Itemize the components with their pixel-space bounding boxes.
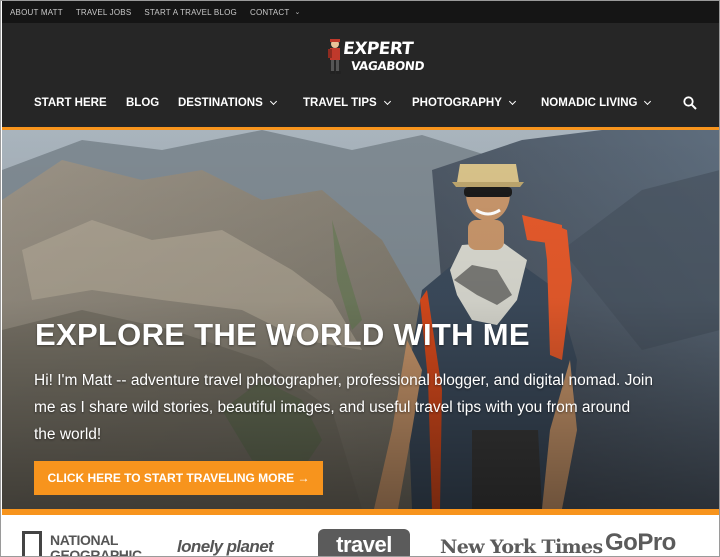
lonely-planet-logo: lonely planet	[177, 537, 274, 556]
chevron-down-icon	[383, 97, 391, 106]
chevron-down-icon	[508, 97, 516, 106]
logo-line-2: VAGABOND	[350, 59, 425, 73]
nav-label: START HERE	[34, 97, 107, 109]
natgeo-frame-icon	[22, 531, 42, 556]
top-utility-bar: ABOUT MATT TRAVEL JOBS START A TRAVEL BL…	[2, 1, 719, 23]
hero-intro-text: Hi! I'm Matt -- adventure travel photogr…	[34, 372, 654, 443]
nav-label: TRAVEL TIPS	[303, 97, 377, 109]
hero-title: EXPLORE THE WORLD WITH ME	[35, 317, 530, 352]
start-traveling-button[interactable]: CLICK HERE TO START TRAVELING MORE →	[34, 461, 323, 495]
nav-item-start-here[interactable]: START HERE	[34, 97, 107, 109]
travel-channel-logo: travel	[318, 529, 410, 556]
topbar-link-contact[interactable]: CONTACT ⌄	[250, 8, 301, 17]
press-logos-strip: NATIONAL GEOGRAPHIC lonely planet travel …	[2, 515, 719, 557]
chevron-down-icon	[269, 97, 277, 106]
nav-item-blog[interactable]: BLOG	[126, 97, 159, 109]
natgeo-text: NATIONAL GEOGRAPHIC	[50, 533, 142, 557]
natgeo-line-1: NATIONAL	[50, 532, 119, 548]
new-york-times-logo: New York Times	[440, 536, 603, 557]
nav-item-photography[interactable]: PHOTOGRAPHY	[412, 97, 516, 109]
nav-label: BLOG	[126, 97, 160, 109]
main-nav: START HERE BLOG DESTINATIONS TRAVEL TIPS…	[2, 93, 719, 113]
gopro-logo: GoPro	[605, 529, 676, 556]
topbar-contact-label: CONTACT	[249, 7, 290, 17]
natgeo-line-2: GEOGRAPHIC	[50, 547, 142, 557]
nav-label: DESTINATIONS	[178, 97, 263, 109]
chevron-down-icon	[644, 97, 652, 106]
topbar-link-start-blog[interactable]: START A TRAVEL BLOG	[144, 8, 237, 17]
site-header: EXPERT VAGABOND START HERE BLOG DESTINAT…	[2, 23, 719, 127]
topbar-link-travel-jobs[interactable]: TRAVEL JOBS	[76, 8, 132, 17]
site-logo[interactable]: EXPERT VAGABOND	[323, 37, 425, 81]
search-icon[interactable]	[683, 96, 697, 110]
nav-item-destinations[interactable]: DESTINATIONS	[178, 97, 277, 109]
chevron-down-icon: ⌄	[294, 9, 301, 16]
nav-label: PHOTOGRAPHY	[412, 97, 502, 109]
nav-label: NOMADIC LIVING	[541, 97, 638, 109]
topbar-link-about[interactable]: ABOUT MATT	[10, 8, 63, 17]
nav-item-nomadic-living[interactable]: NOMADIC LIVING	[541, 97, 652, 109]
nav-item-travel-tips[interactable]: TRAVEL TIPS	[303, 97, 391, 109]
page-frame: ABOUT MATT TRAVEL JOBS START A TRAVEL BL…	[0, 0, 720, 557]
logo-line-1: EXPERT	[341, 39, 414, 59]
